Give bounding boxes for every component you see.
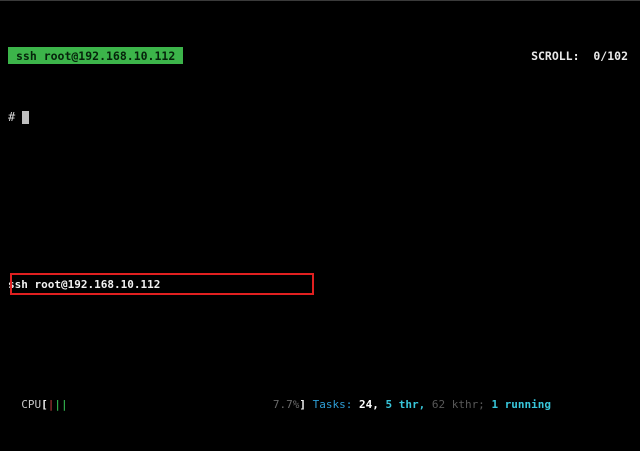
pane-title: ssh root@192.168.10.112 <box>8 277 632 292</box>
cpu-meter-line: CPU[|||7.7%] Tasks: 24, 5 thr, 62 kthr; … <box>8 397 632 412</box>
top-terminal-pane: ssh root@192.168.10.112 SCROLL: 0/102 # <box>8 9 632 162</box>
cpu-meter-bars: ||| <box>48 397 68 412</box>
scroll-indicator: SCROLL: 0/102 <box>527 47 632 64</box>
session-tab: ssh root@192.168.10.112 <box>8 47 183 64</box>
tasks-stat: Tasks: 24, 5 thr, 62 kthr; 1 running <box>313 397 551 412</box>
cpu-meter: CPU[|||7.7%] <box>8 397 306 412</box>
cpu-meter-label: CPU <box>21 397 41 412</box>
cpu-meter-value: 7.7% <box>273 397 300 412</box>
blank-line <box>8 322 632 337</box>
session-status-bar: ssh root@192.168.10.112 SCROLL: 0/102 <box>8 47 632 64</box>
terminal-window: ssh root@192.168.10.112 SCROLL: 0/102 # … <box>0 0 640 451</box>
terminal-cursor-block <box>22 111 29 124</box>
prompt-symbol: # <box>8 110 15 124</box>
shell-prompt[interactable]: # <box>8 110 632 124</box>
htop-pane: ssh root@192.168.10.112 CPU[|||7.7%] Tas… <box>8 232 632 451</box>
